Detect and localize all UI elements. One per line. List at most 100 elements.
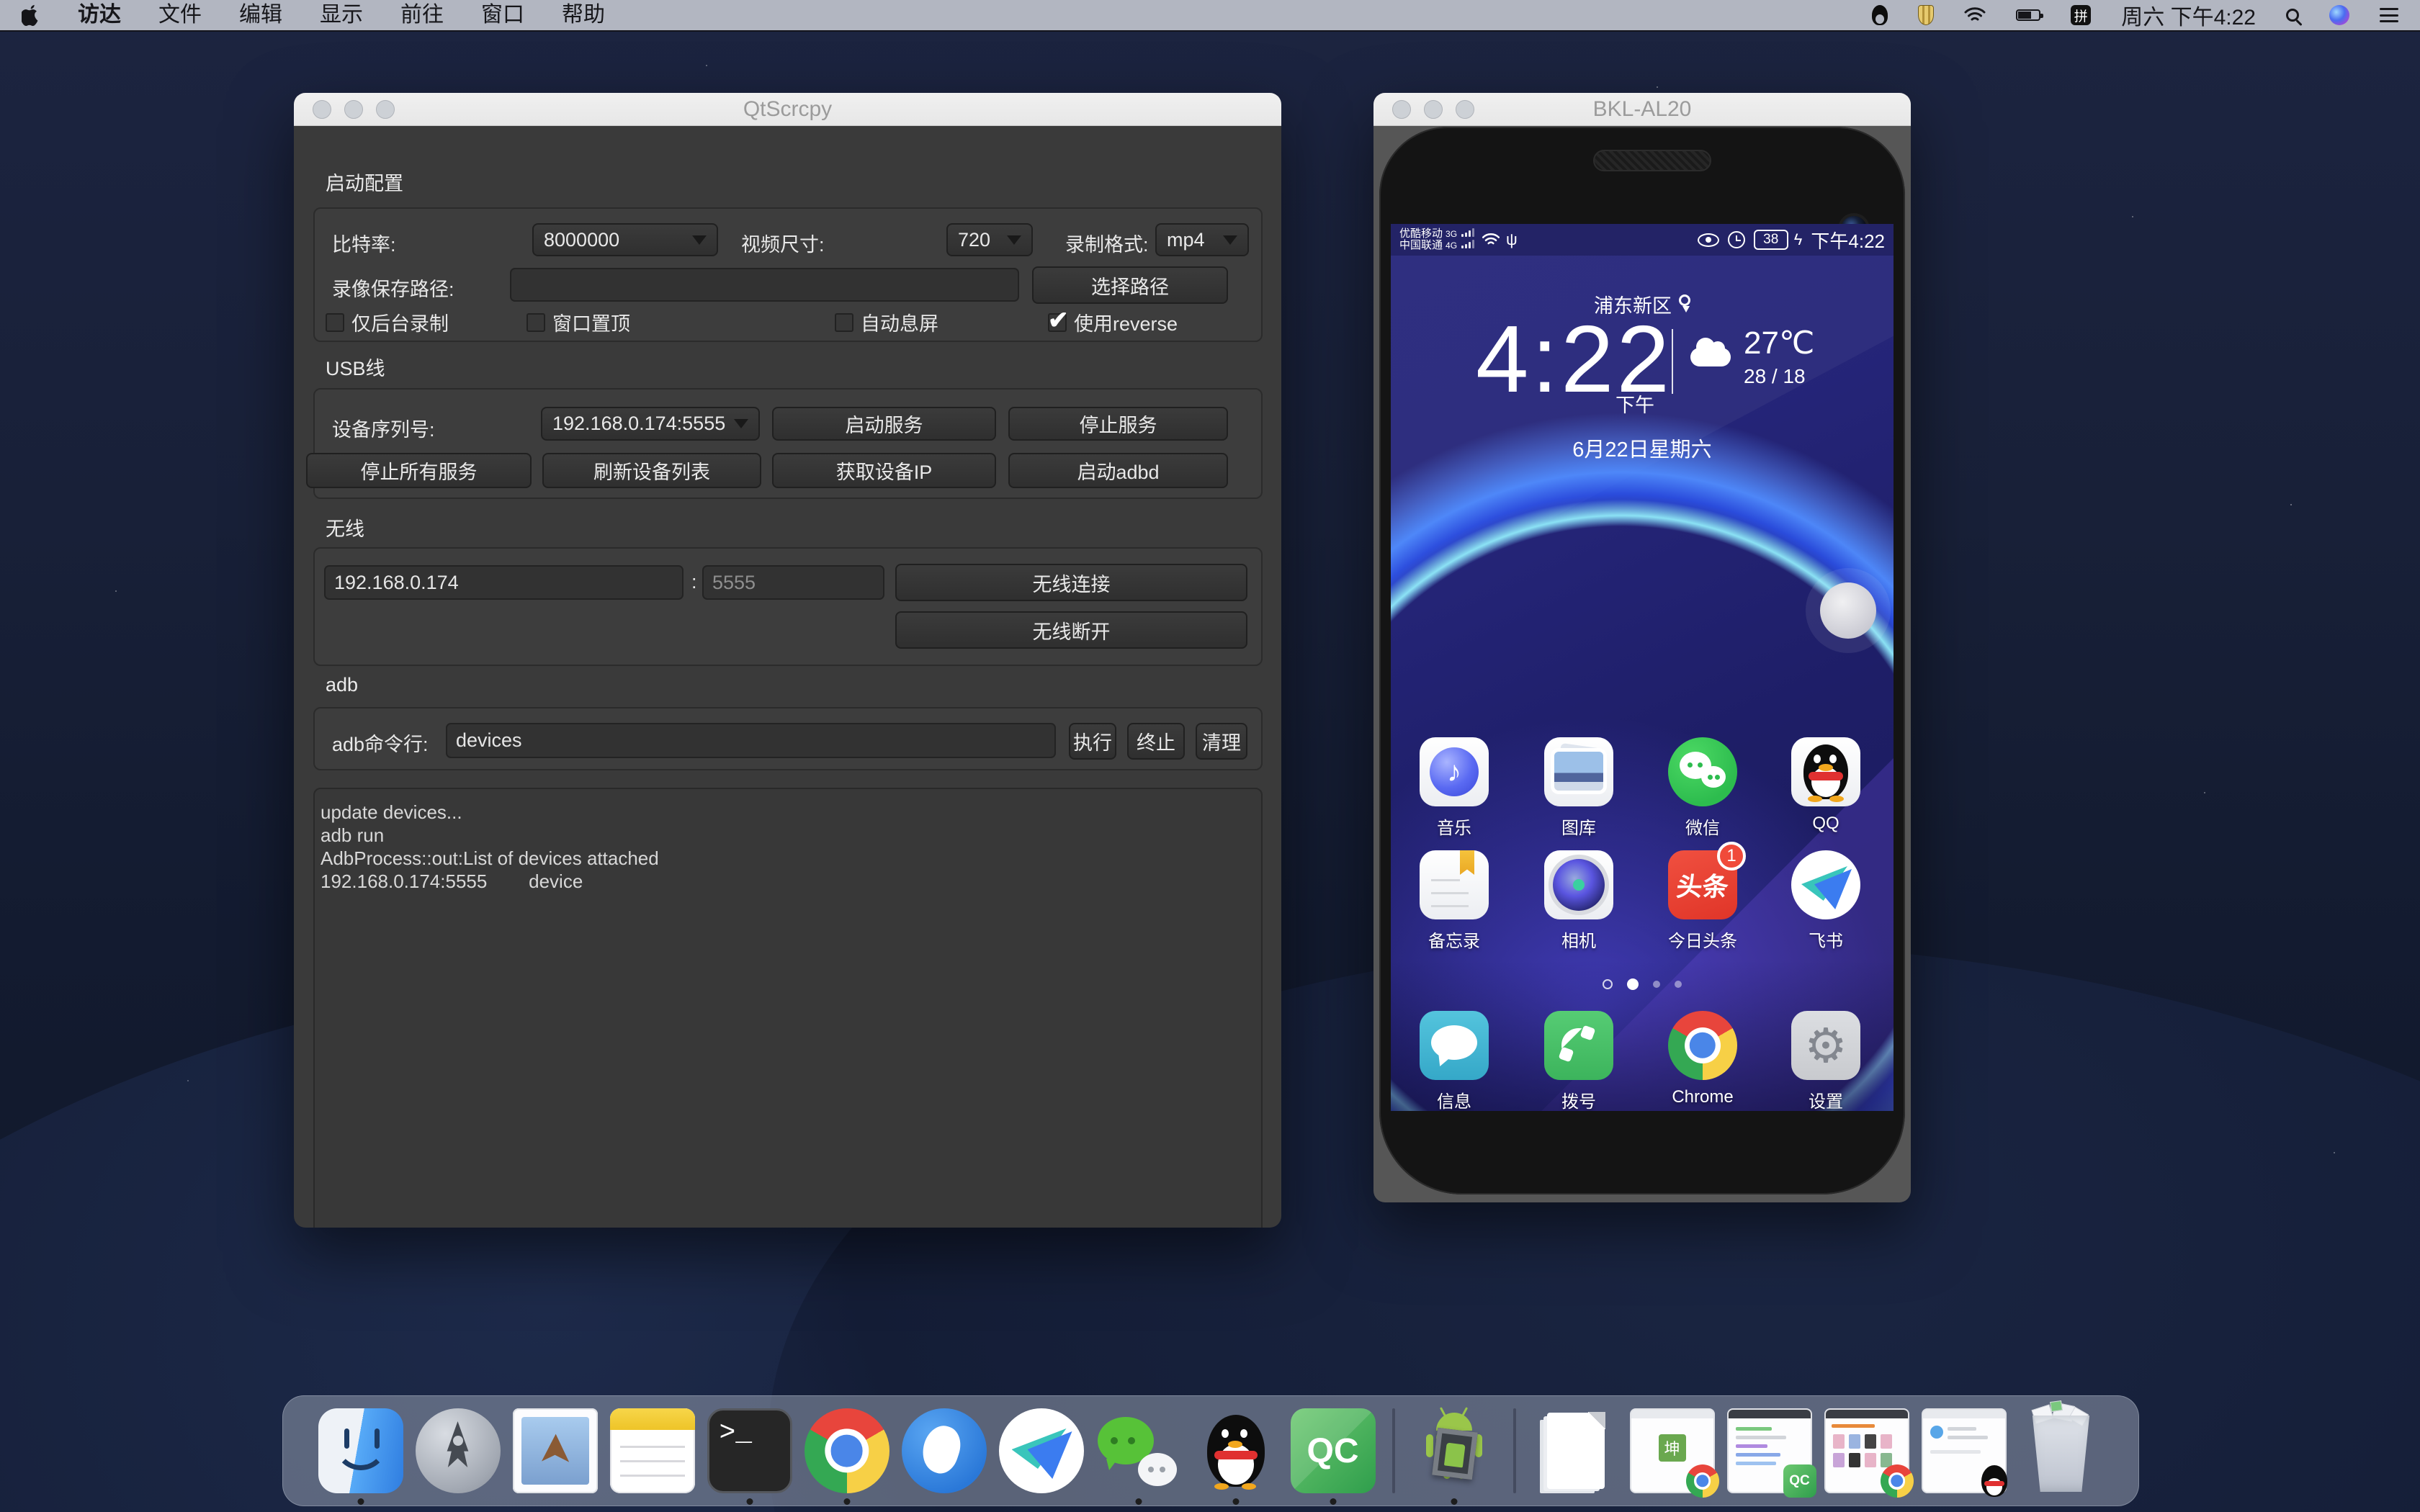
- notification-center-icon[interactable]: [2380, 8, 2398, 22]
- zoom-button[interactable]: [376, 100, 395, 119]
- wireless-ip-input[interactable]: [324, 565, 684, 600]
- dock-item-notes[interactable]: [610, 1408, 695, 1493]
- menu-item-help[interactable]: 帮助: [562, 0, 605, 31]
- start-service-button[interactable]: 启动服务: [772, 407, 996, 441]
- wireless-disconnect-button[interactable]: 无线断开: [895, 611, 1247, 649]
- dock-item-android-tool[interactable]: [1412, 1408, 1497, 1493]
- wireless-connect-button[interactable]: 无线连接: [895, 564, 1247, 601]
- dock-item-minimized-chrome-window-2[interactable]: [1824, 1408, 1909, 1493]
- documents-stack-icon: [1533, 1408, 1618, 1493]
- record-format-combobox[interactable]: mp4: [1155, 223, 1249, 256]
- serial-label: 设备序列号:: [332, 414, 435, 442]
- checkbox-use-reverse[interactable]: ✔ 使用reverse: [1048, 308, 1178, 336]
- app-label: QQ: [1791, 814, 1860, 834]
- stop-service-button[interactable]: 停止服务: [1008, 407, 1228, 441]
- close-button[interactable]: [313, 100, 331, 119]
- battery-icon[interactable]: [2016, 9, 2040, 21]
- widget-date: 6月22日星期六: [1391, 433, 1894, 463]
- get-device-ip-button[interactable]: 获取设备IP: [772, 453, 996, 488]
- menu-item-file[interactable]: 文件: [158, 0, 202, 31]
- dock-item-mail[interactable]: [513, 1408, 598, 1493]
- video-size-value: 720: [958, 229, 990, 251]
- app-camera[interactable]: 相机: [1544, 850, 1613, 952]
- minimize-button[interactable]: [1424, 100, 1443, 119]
- app-toutiao[interactable]: 头条 1 今日头条: [1668, 850, 1737, 952]
- wifi-icon[interactable]: [1964, 6, 1986, 24]
- apple-menu-icon[interactable]: [22, 4, 40, 26]
- wireless-port-input[interactable]: [702, 565, 884, 600]
- log-output-area[interactable]: update devices... adb run AdbProcess::ou…: [313, 788, 1263, 1228]
- gear-icon: ⚙: [1791, 1011, 1860, 1080]
- choose-path-button[interactable]: 选择路径: [1032, 266, 1228, 304]
- menu-item-edit[interactable]: 编辑: [239, 0, 282, 31]
- security-shield-icon[interactable]: [1918, 5, 1934, 25]
- phone-window-titlebar[interactable]: BKL-AL20: [1373, 93, 1911, 126]
- adb-command-input[interactable]: [446, 723, 1056, 758]
- menu-item-go[interactable]: 前往: [400, 0, 444, 31]
- app-dialer[interactable]: 拨号: [1544, 1011, 1613, 1111]
- dock-item-minimized-chrome-window[interactable]: 坤: [1630, 1408, 1715, 1493]
- dock-item-chrome[interactable]: [805, 1408, 889, 1493]
- launchpad-icon: [416, 1408, 501, 1493]
- input-method-icon[interactable]: 拼: [2071, 5, 2091, 25]
- checkbox-background-record[interactable]: 仅后台录制: [326, 308, 449, 336]
- qq-penguin-icon[interactable]: [1872, 5, 1888, 25]
- app-qq[interactable]: QQ: [1791, 737, 1860, 834]
- app-notes[interactable]: 备忘录: [1420, 850, 1489, 952]
- page-dot: [1653, 981, 1660, 988]
- menubar-clock[interactable]: 周六 下午4:22: [2121, 0, 2256, 31]
- assistive-ball[interactable]: [1820, 582, 1876, 639]
- widget-divider: [1672, 329, 1673, 394]
- dock-item-minimized-qq-window[interactable]: [1922, 1408, 2007, 1493]
- page-dot-active: [1627, 978, 1639, 990]
- dock-item-qq[interactable]: [1193, 1408, 1278, 1493]
- app-label: 飞书: [1791, 927, 1860, 952]
- start-adbd-button[interactable]: 启动adbd: [1008, 453, 1228, 488]
- app-messages[interactable]: 信息: [1420, 1011, 1489, 1111]
- dock-item-launchpad[interactable]: [416, 1408, 501, 1493]
- dock-item-trash[interactable]: [2019, 1408, 2104, 1493]
- app-label: 信息: [1420, 1087, 1489, 1111]
- spotlight-icon[interactable]: [2286, 9, 2299, 22]
- checkbox-auto-screen-off[interactable]: 自动息屏: [835, 308, 938, 336]
- eye-comfort-icon: [1698, 233, 1719, 247]
- menu-item-finder[interactable]: 访达: [78, 0, 121, 31]
- adb-clear-button[interactable]: 清理: [1196, 723, 1247, 760]
- minimize-button[interactable]: [344, 100, 363, 119]
- dock-item-minimized-qtcreator-window[interactable]: QC: [1727, 1408, 1812, 1493]
- running-indicator: [357, 1498, 364, 1505]
- record-path-input[interactable]: [510, 268, 1019, 302]
- dock-item-documents[interactable]: [1533, 1408, 1618, 1493]
- siri-icon[interactable]: [2329, 5, 2349, 25]
- app-label: 今日头条: [1668, 927, 1737, 952]
- dock-item-feishu[interactable]: [999, 1408, 1084, 1493]
- bitrate-combobox[interactable]: 8000000: [532, 223, 718, 256]
- dock-item-remote-app[interactable]: [902, 1408, 987, 1493]
- qtscrcpy-titlebar[interactable]: QtScrcpy: [294, 93, 1281, 126]
- app-gallery[interactable]: 图库: [1544, 737, 1613, 839]
- mail-icon: [513, 1408, 598, 1493]
- stop-all-services-button[interactable]: 停止所有服务: [306, 453, 532, 488]
- adb-run-button[interactable]: 执行: [1069, 723, 1116, 760]
- checkbox-window-on-top[interactable]: 窗口置顶: [526, 308, 630, 336]
- dock-item-terminal[interactable]: >_: [707, 1408, 792, 1493]
- app-settings[interactable]: ⚙ 设置: [1791, 1011, 1860, 1111]
- widget-ampm: 下午: [1615, 390, 1654, 418]
- dock-item-finder[interactable]: [318, 1408, 403, 1493]
- phone-mirror-window: BKL-AL20 优酷移动 3G 中国联通: [1373, 93, 1911, 1202]
- adb-stop-button[interactable]: 终止: [1127, 723, 1185, 760]
- refresh-device-list-button[interactable]: 刷新设备列表: [542, 453, 761, 488]
- menu-item-view[interactable]: 显示: [320, 0, 363, 31]
- phone-screen[interactable]: 优酷移动 3G 中国联通 4G ψ 38: [1391, 224, 1894, 1111]
- serial-combobox[interactable]: 192.168.0.174:5555: [541, 407, 760, 441]
- app-wechat[interactable]: 微信: [1668, 737, 1737, 839]
- app-feishu[interactable]: 飞书: [1791, 850, 1860, 952]
- close-button[interactable]: [1392, 100, 1411, 119]
- app-chrome[interactable]: Chrome: [1668, 1011, 1737, 1107]
- menu-item-window[interactable]: 窗口: [481, 0, 524, 31]
- video-size-combobox[interactable]: 720: [946, 223, 1033, 256]
- app-music[interactable]: ♪ 音乐: [1420, 737, 1489, 839]
- dock-item-qtcreator[interactable]: QC: [1291, 1408, 1376, 1493]
- zoom-button[interactable]: [1456, 100, 1474, 119]
- dock-item-wechat[interactable]: [1096, 1408, 1181, 1493]
